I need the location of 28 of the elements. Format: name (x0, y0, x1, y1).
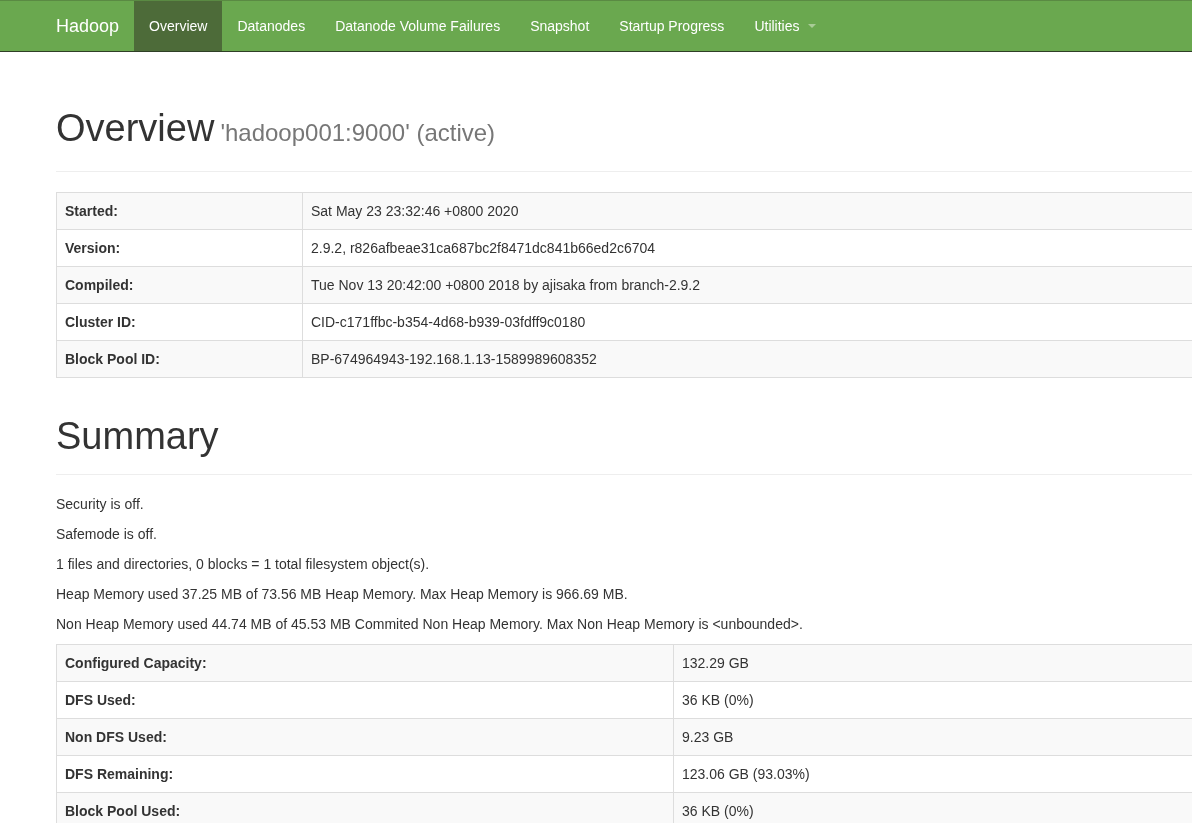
row-label: Cluster ID: (56, 303, 303, 341)
nav-tab[interactable]: Startup Progress (604, 1, 740, 51)
row-label: Started: (56, 192, 303, 230)
summary-line: Heap Memory used 37.25 MB of 73.56 MB Heap Memory. Max Heap Memory is 966.69 MB. (56, 585, 629, 604)
page-heading: Overview (56, 107, 215, 149)
row-value: Sat May 23 23:32:46 +0800 2020 (302, 192, 1192, 230)
page-heading: Summary (56, 415, 219, 457)
nav-tab[interactable]: Datanodes (222, 1, 321, 51)
row-value: 132.29 GB (673, 644, 1192, 682)
row-label: DFS Remaining: (56, 755, 674, 793)
row-label: Block Pool ID: (56, 340, 303, 378)
row-label: Non DFS Used: (56, 718, 674, 756)
nav-tab[interactable]: Datanode Volume Failures (320, 1, 516, 51)
row-label: Block Pool Used: (56, 792, 674, 823)
row-label: DFS Used: (56, 681, 674, 719)
summary-line: 1 files and directories, 0 blocks = 1 total filesystem object(s). (56, 555, 431, 574)
caret-icon (807, 24, 816, 28)
row-label: Compiled: (56, 266, 303, 304)
row-label: Configured Capacity: (56, 644, 674, 682)
heading-subtitle: 'hadoop001:9000' (active) (220, 119, 496, 146)
nav-tab[interactable]: Snapshot (515, 1, 605, 51)
nav-tab[interactable]: Utilities (739, 1, 831, 51)
brand-logo[interactable]: Hadoop (56, 1, 135, 51)
row-label: Version: (56, 229, 303, 267)
summary-line: Non Heap Memory used 44.74 MB of 45.53 MB Commited Non Heap Memory. Max Non Heap Memory is <unbounded>. (56, 615, 804, 634)
summary-line: Security is off. (56, 495, 145, 514)
summary-line: Safemode is off. (56, 525, 158, 544)
nav-tab[interactable]: Overview (134, 1, 223, 51)
